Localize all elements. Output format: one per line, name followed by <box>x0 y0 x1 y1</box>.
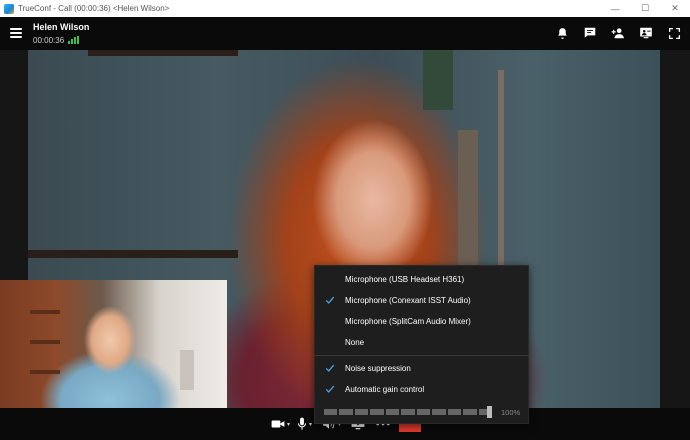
minimize-button[interactable]: — <box>600 0 630 17</box>
trueconf-logo-icon <box>4 3 14 14</box>
automatic-gain-control-toggle[interactable]: Automatic gain control <box>315 379 530 400</box>
call-header: Helen Wilson 00:00:36 <box>0 17 690 50</box>
mic-option-none[interactable]: None <box>315 332 530 353</box>
self-view-video[interactable] <box>0 280 227 408</box>
checkmark-icon <box>325 364 335 372</box>
microphone-button[interactable]: ▾ <box>297 416 312 432</box>
maximize-button[interactable]: ☐ <box>630 0 660 17</box>
menu-divider <box>315 355 530 356</box>
window-titlebar: TrueConf - Call (00:00:36) <Helen Wilson… <box>0 0 690 17</box>
volume-percent: 100% <box>501 407 521 417</box>
microphone-volume-slider[interactable] <box>324 406 492 418</box>
fullscreen-icon[interactable] <box>666 25 682 41</box>
window-title: TrueConf - Call (00:00:36) <Helen Wilson… <box>18 4 170 13</box>
bell-icon[interactable] <box>554 25 570 41</box>
checkmark-icon <box>325 296 335 304</box>
camera-button[interactable]: ▾ <box>271 416 290 432</box>
microphone-dropdown: Microphone (USB Headset H361) Microphone… <box>314 265 530 424</box>
mic-option-label: Microphone (Conexant ISST Audio) <box>345 296 471 305</box>
close-button[interactable]: ✕ <box>660 0 690 17</box>
caller-name: Helen Wilson <box>33 22 90 32</box>
menu-icon[interactable] <box>10 28 22 38</box>
option-label: Automatic gain control <box>345 385 425 394</box>
mic-option-label: Microphone (SplitCam Audio Mixer) <box>345 317 471 326</box>
mic-option-label: Microphone (USB Headset H361) <box>345 275 465 284</box>
checkmark-icon <box>325 385 335 393</box>
microphone-icon <box>297 417 307 430</box>
microphone-caret-icon[interactable]: ▾ <box>309 421 312 428</box>
mic-option-label: None <box>345 338 365 347</box>
add-user-icon[interactable] <box>610 25 626 41</box>
option-label: Noise suppression <box>345 364 411 373</box>
chat-icon[interactable] <box>582 25 598 41</box>
mic-option-usb-headset[interactable]: Microphone (USB Headset H361) <box>315 269 530 290</box>
header-actions <box>554 25 682 41</box>
mic-option-conexant[interactable]: Microphone (Conexant ISST Audio) <box>315 290 530 311</box>
volume-slider-handle[interactable] <box>487 406 492 418</box>
call-timer: 00:00:36 <box>33 36 65 45</box>
signal-strength-icon <box>68 36 79 44</box>
camera-caret-icon[interactable]: ▾ <box>287 421 290 428</box>
microphone-volume-row: 100% <box>324 406 524 418</box>
camera-icon <box>271 420 285 428</box>
noise-suppression-toggle[interactable]: Noise suppression <box>315 358 530 379</box>
window-controls: — ☐ ✕ <box>600 0 690 17</box>
mic-option-splitcam[interactable]: Microphone (SplitCam Audio Mixer) <box>315 311 530 332</box>
slideshow-icon[interactable] <box>638 25 654 41</box>
